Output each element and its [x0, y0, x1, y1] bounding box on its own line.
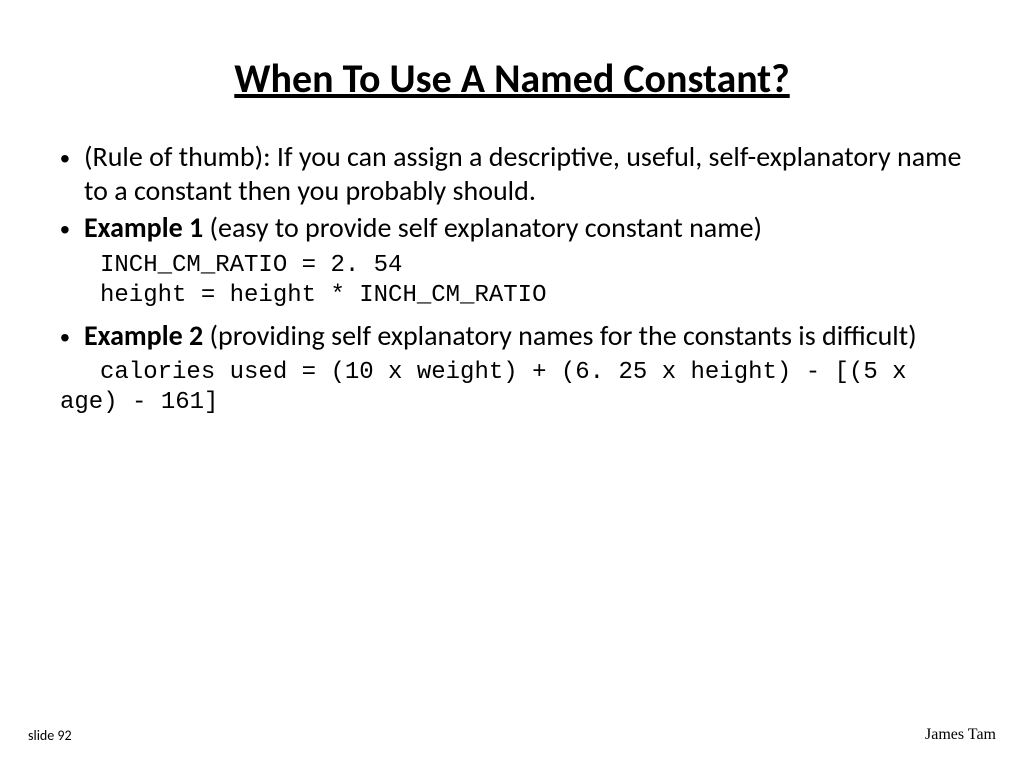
slide: When To Use A Named Constant? • (Rule of…: [0, 0, 1024, 768]
slide-number: slide 92: [28, 727, 72, 744]
bullet-text: Example 2 (providing self explanatory na…: [84, 319, 970, 353]
bullet-dot-icon: •: [60, 140, 84, 176]
example-label: Example 2: [84, 318, 203, 353]
code-line: height = height * INCH_CM_RATIO: [100, 282, 546, 309]
code-block: INCH_CM_RATIO = 2. 54 height = height * …: [100, 251, 970, 311]
slide-body: • (Rule of thumb): If you can assign a d…: [60, 140, 970, 426]
example-desc: (providing self explanatory names for th…: [203, 318, 916, 353]
bullet-dot-icon: •: [60, 211, 84, 247]
bullet-text: Example 1 (easy to provide self explanat…: [84, 211, 970, 245]
bullet-text: (Rule of thumb): If you can assign a des…: [84, 140, 970, 207]
code-block: calories used = (10 x weight) + (6. 25 x…: [60, 358, 970, 418]
example-desc: (easy to provide self explanatory consta…: [203, 210, 762, 245]
bullet-item: • Example 2 (providing self explanatory …: [60, 319, 970, 355]
bullet-item: • Example 1 (easy to provide self explan…: [60, 211, 970, 247]
author-name: James Tam: [925, 726, 996, 744]
bullet-item: • (Rule of thumb): If you can assign a d…: [60, 140, 970, 207]
slide-title: When To Use A Named Constant?: [0, 54, 1024, 103]
bullet-dot-icon: •: [60, 319, 84, 355]
example-label: Example 1: [84, 210, 203, 245]
code-line: INCH_CM_RATIO = 2. 54: [100, 252, 402, 279]
